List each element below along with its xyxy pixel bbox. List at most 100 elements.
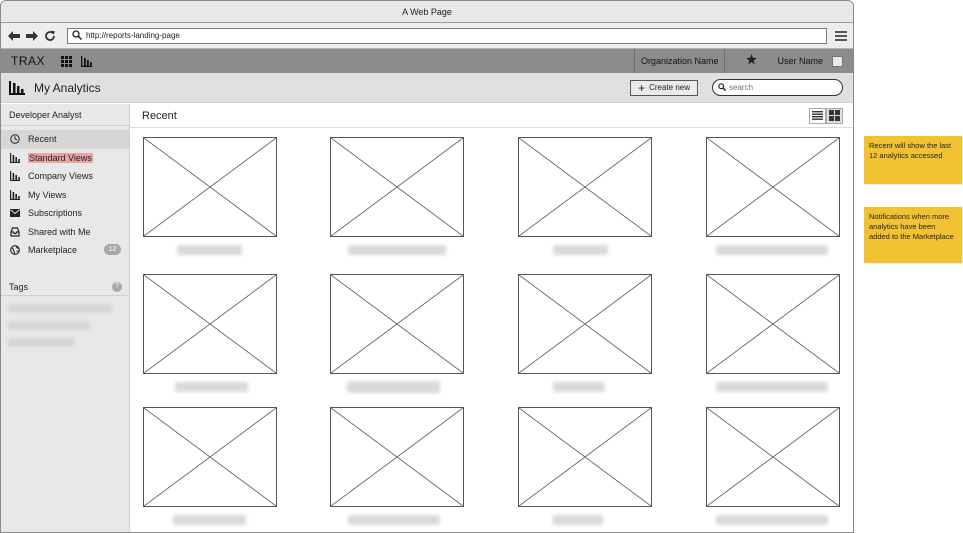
clock-icon	[9, 134, 21, 144]
bar-chart-icon	[9, 171, 21, 182]
tag-item[interactable]	[8, 337, 75, 347]
search-icon	[72, 29, 83, 42]
tile-caption	[553, 245, 608, 255]
thumbnail-placeholder	[330, 137, 464, 237]
sidebar-item-my-views[interactable]: My Views	[1, 186, 129, 205]
search-input[interactable]	[729, 83, 829, 92]
address-field[interactable]: http://reports-landing-page	[67, 27, 827, 44]
sidebar-item-label: Standard Views	[28, 152, 93, 163]
sidebar-item-company-views[interactable]: Company Views	[1, 167, 129, 186]
thumbnail-placeholder	[706, 137, 840, 237]
thumbnail-placeholder	[143, 274, 277, 374]
thumbnail-placeholder	[518, 407, 652, 507]
tag-item[interactable]	[8, 303, 112, 313]
create-new-button[interactable]: + Create new	[630, 79, 698, 96]
tile-caption	[348, 515, 440, 525]
analytics-tile[interactable]	[706, 407, 840, 525]
tile-caption	[716, 515, 828, 525]
analytics-chart-icon[interactable]	[81, 55, 93, 67]
recent-panel: Recent	[130, 104, 853, 532]
tile-caption	[177, 245, 242, 255]
annotation-note: Notifications when more analytics have b…	[864, 207, 962, 263]
url-bar: http://reports-landing-page	[1, 23, 853, 49]
menu-icon[interactable]	[835, 30, 847, 41]
sidebar-item-label: Subscriptions	[28, 208, 83, 219]
envelope-icon	[9, 209, 21, 218]
thumbnail-placeholder	[706, 274, 840, 374]
tile-caption	[347, 381, 440, 393]
tile-caption	[716, 245, 828, 255]
thumbnail-placeholder	[143, 407, 277, 507]
analytics-tile[interactable]	[143, 274, 277, 392]
view-toggle	[809, 107, 843, 124]
analytics-tile[interactable]	[330, 274, 464, 393]
tile-caption	[348, 245, 446, 255]
sidebar-item-recent[interactable]: Recent	[1, 130, 129, 149]
back-arrow-icon[interactable]	[7, 29, 21, 43]
tag-list	[1, 303, 129, 347]
analytics-tile[interactable]	[330, 137, 464, 255]
create-new-label: Create new	[649, 83, 690, 92]
analytics-tile[interactable]	[518, 274, 652, 392]
sidebar-nav: Recent Standard Views Company Views My V…	[1, 126, 129, 260]
tag-item[interactable]	[8, 320, 90, 330]
sidebar-item-label: Company Views	[28, 171, 93, 182]
annotation-note: Recent will show the last 12 analytics a…	[864, 136, 962, 184]
apps-grid-icon[interactable]	[61, 55, 73, 67]
page-title: My Analytics	[9, 80, 101, 95]
reload-icon[interactable]	[43, 29, 57, 43]
forward-arrow-icon[interactable]	[25, 29, 39, 43]
bar-chart-icon	[9, 189, 21, 200]
analytics-tile[interactable]	[143, 137, 277, 255]
tags-label: Tags	[9, 282, 29, 292]
star-icon[interactable]	[725, 54, 777, 68]
tile-caption	[716, 382, 828, 392]
sidebar-item-standard-views[interactable]: Standard Views	[1, 149, 129, 168]
thumbnail-placeholder	[518, 137, 652, 237]
analytics-chart-icon	[9, 80, 25, 95]
analytics-tile[interactable]	[330, 407, 464, 525]
analytics-tile[interactable]	[143, 407, 277, 525]
sidebar-role: Developer Analyst	[1, 104, 129, 126]
search-icon	[718, 82, 727, 93]
address-value: http://reports-landing-page	[86, 31, 180, 40]
analytics-tile[interactable]	[518, 137, 652, 255]
tile-caption	[553, 515, 603, 525]
sidebar-item-label: My Views	[28, 189, 67, 200]
sidebar-item-marketplace[interactable]: Marketplace 12	[1, 241, 129, 260]
thumbnail-placeholder	[330, 407, 464, 507]
search-box[interactable]	[712, 79, 843, 96]
bar-chart-icon	[9, 152, 21, 163]
recent-header: Recent	[130, 104, 853, 128]
grid-view-icon[interactable]	[826, 107, 843, 124]
analytics-tile[interactable]	[706, 274, 840, 392]
sidebar-item-subscriptions[interactable]: Subscriptions	[1, 204, 129, 223]
analytics-tile[interactable]	[518, 407, 652, 525]
user-name[interactable]: User Name	[777, 56, 823, 66]
tile-caption	[175, 382, 248, 392]
marketplace-count-badge: 12	[104, 244, 121, 255]
thumbnail-placeholder	[330, 274, 464, 374]
organization-menu[interactable]: Organization Name	[633, 49, 726, 73]
content-area: Developer Analyst Recent Standard Views …	[1, 104, 853, 532]
analytics-tile[interactable]	[706, 137, 840, 255]
sidebar-item-shared-with-me[interactable]: Shared with Me	[1, 223, 129, 242]
app-header: TRAX Organization Name User Name	[1, 49, 853, 73]
window-title: A Web Page	[1, 1, 853, 23]
thumbnail-placeholder	[143, 137, 277, 237]
brand-logo[interactable]: TRAX	[11, 54, 45, 68]
user-menu-checkbox[interactable]	[832, 55, 843, 67]
sidebar-item-label: Shared with Me	[28, 226, 91, 237]
sidebar-item-label: Marketplace	[28, 245, 78, 256]
browser-window: A Web Page http://reports-landing-page T…	[0, 0, 854, 533]
sidebar: Developer Analyst Recent Standard Views …	[1, 104, 130, 532]
page-header: My Analytics + Create new	[1, 73, 853, 103]
tile-caption	[173, 515, 246, 525]
globe-icon	[9, 245, 21, 256]
page-title-text: My Analytics	[34, 80, 101, 95]
help-icon[interactable]: ?	[112, 281, 122, 292]
thumbnail-placeholder	[518, 274, 652, 374]
tags-header: Tags ?	[1, 280, 129, 296]
plus-icon: +	[638, 80, 646, 95]
list-view-icon[interactable]	[809, 107, 826, 124]
